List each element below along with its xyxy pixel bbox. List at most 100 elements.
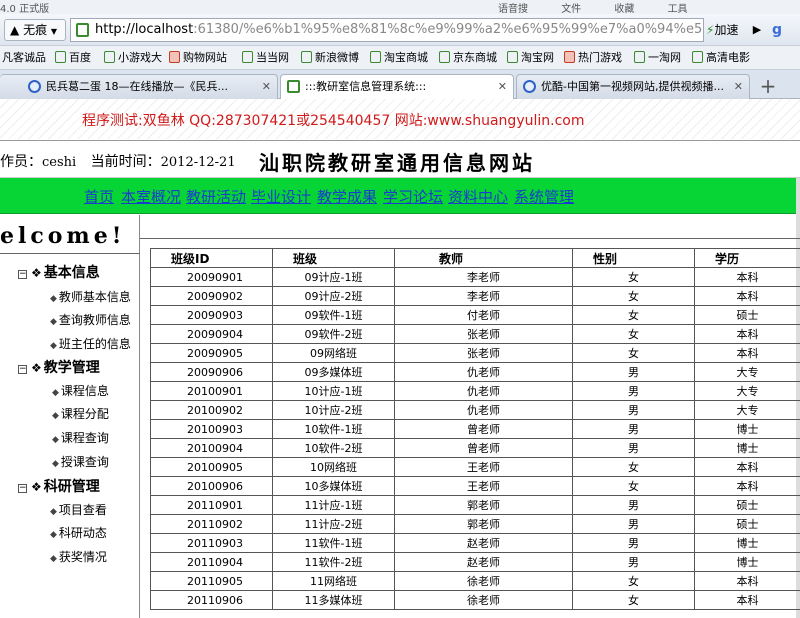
cell-education: 本科 (694, 286, 800, 306)
sidebar-item-class-teacher[interactable]: ◆ 班主任的信息 (50, 335, 131, 352)
sidebar-item-label: 教师基本信息 (58, 290, 131, 304)
collapse-icon[interactable]: − (18, 270, 27, 279)
shopping-icon (169, 51, 180, 63)
table-row: 20090901 09计应-1班 李老师女本科 (150, 267, 800, 287)
bookmark-item[interactable]: 高清电影 (692, 50, 750, 66)
sidebar-item-teacher-info[interactable]: ◆ 教师基本信息 (50, 288, 131, 305)
nav-forum[interactable]: 学习论坛 (383, 186, 443, 207)
tab-jiaoyanshi[interactable]: :::教研室信息管理系统::: ✕ (280, 74, 514, 100)
table-row: 20110904 11软件-2班 赵老师男博士 (150, 552, 800, 572)
cell-education: 硕士 (694, 305, 800, 325)
cell-gender: 女 (572, 476, 695, 496)
incognito-mode-button[interactable]: ▲ 无痕 ▼ (4, 19, 66, 41)
diamond-icon: ◆ (52, 459, 59, 469)
collapse-icon[interactable]: − (18, 365, 27, 374)
table-row: 20090902 09计应-2班 李老师女本科 (150, 286, 800, 306)
nav-home[interactable]: 首页 (84, 186, 114, 207)
cell-teacher: 李老师 (394, 286, 573, 306)
speed-up-button[interactable]: ⚡加速 (706, 19, 746, 41)
bookmark-item[interactable]: 淘宝网 (507, 50, 554, 66)
page-icon (55, 51, 66, 63)
top-menu-file[interactable]: 文件 (561, 4, 581, 14)
diamond-icon: ◆ (52, 411, 59, 421)
sidebar-item-research-news[interactable]: ◆ 科研动态 (50, 524, 107, 541)
cell-education: 大专 (694, 362, 800, 382)
operator-label: 作员： (0, 154, 42, 170)
sidebar-section-research[interactable]: − ❖ 科研管理 (18, 476, 100, 496)
sidebar-item-label: 课程信息 (60, 384, 109, 398)
bookmark-item[interactable]: 当当网 (242, 50, 289, 66)
cell-education: 本科 (694, 324, 800, 344)
cell-class-id: 20110901 (150, 495, 273, 515)
bookmark-item[interactable]: 购物网站 (169, 50, 227, 66)
close-icon[interactable]: ✕ (262, 75, 271, 98)
table-row: 20090906 09多媒体班 仇老师男大专 (150, 362, 800, 382)
top-menu-favorites[interactable]: 收藏 (614, 4, 634, 14)
top-menu-tools[interactable]: 工具 (668, 4, 688, 14)
bookmark-item[interactable]: 新浪微博 (301, 50, 359, 66)
nav-resources[interactable]: 资料中心 (448, 186, 508, 207)
nav-activities[interactable]: 教研活动 (186, 186, 246, 207)
cell-teacher: 仇老师 (394, 362, 573, 382)
bookmark-item[interactable]: 一淘网 (634, 50, 681, 66)
bookmark-item[interactable]: 百度 (55, 50, 91, 66)
close-icon[interactable]: ✕ (498, 75, 507, 98)
cell-class-id: 20110903 (150, 533, 273, 553)
nav-overview[interactable]: 本室概况 (121, 186, 181, 207)
bookmark-item[interactable]: 小游戏大 (104, 50, 162, 66)
sidebar-item-course-query[interactable]: ◆ 课程查询 (52, 429, 109, 446)
page-icon (287, 80, 300, 93)
new-tab-button[interactable]: + (756, 75, 780, 97)
search-engine-button[interactable]: g (772, 19, 798, 41)
tab-minbing[interactable]: 民兵葛二蛋 18—在线播放—《民兵... ✕ (0, 74, 278, 99)
nav-system[interactable]: 系统管理 (514, 186, 574, 207)
sidebar-item-lecture-query[interactable]: ◆ 授课查询 (52, 453, 109, 470)
top-menu-voice[interactable]: 语音搜 (498, 4, 528, 14)
cell-class: 10网络班 (272, 457, 395, 477)
cell-class: 10软件-2班 (272, 438, 395, 458)
table-row: 20110903 11软件-1班 赵老师男博士 (150, 533, 800, 553)
cell-class: 11多媒体班 (272, 590, 395, 610)
collapse-icon[interactable]: − (18, 484, 27, 493)
diamond-icon: ❖ (31, 361, 42, 375)
sidebar-item-course-assign[interactable]: ◆ 课程分配 (52, 405, 109, 422)
page-icon (692, 51, 703, 63)
sidebar-item-label: 查询教师信息 (58, 313, 131, 327)
sidebar-section-basic[interactable]: − ❖ 基本信息 (18, 262, 100, 282)
cell-class-id: 20090905 (150, 343, 273, 363)
url-host: http://localhost (95, 22, 194, 37)
address-toolbar: ▲ 无痕 ▼ http://localhost:61380/%e6%b1%95%… (0, 14, 800, 46)
cell-teacher: 王老师 (394, 476, 573, 496)
bookmark-item[interactable]: 凡客诚品 (2, 50, 46, 66)
nav-achievements[interactable]: 教学成果 (317, 186, 377, 207)
cell-class: 10多媒体班 (272, 476, 395, 496)
close-icon[interactable]: ✕ (734, 75, 743, 98)
sidebar-section-teaching[interactable]: − ❖ 教学管理 (18, 357, 100, 377)
bookmark-item[interactable]: 热门游戏 (564, 50, 622, 66)
main-nav: 首页 本室概况 教研活动 毕业设计 教学成果 学习论坛 资料中心 系统管理 (0, 178, 796, 214)
site-title: 汕职院教研室通用信息网站 (259, 151, 535, 175)
cell-gender: 男 (572, 514, 695, 534)
cell-class-id: 20090902 (150, 286, 273, 306)
cell-class: 09计应-2班 (272, 286, 395, 306)
time-value: 2012-12-21 (160, 155, 236, 170)
sidebar-item-projects[interactable]: ◆ 项目查看 (50, 501, 107, 518)
cell-class-id: 20100902 (150, 400, 273, 420)
cell-class-id: 20090901 (150, 267, 273, 287)
page-icon (242, 51, 253, 63)
bookmarks-bar: 凡客诚品 百度 小游戏大 购物网站 当当网 新浪微博 淘宝商城 京东商城 淘宝网… (0, 46, 800, 70)
sidebar-item-course-info[interactable]: ◆ 课程信息 (52, 382, 109, 399)
header-gender: 性别 (572, 248, 695, 268)
sidebar-item-awards[interactable]: ◆ 获奖情况 (50, 548, 107, 565)
cell-teacher: 张老师 (394, 343, 573, 363)
bookmark-item[interactable]: 淘宝商城 (370, 50, 428, 66)
bookmark-item[interactable]: 京东商城 (439, 50, 497, 66)
nav-graduation[interactable]: 毕业设计 (251, 186, 311, 207)
address-bar[interactable]: http://localhost:61380/%e6%b1%95%e8%81%8… (70, 18, 704, 42)
sidebar-item-teacher-query[interactable]: ◆ 查询教师信息 (50, 311, 131, 328)
cell-class-id: 20110902 (150, 514, 273, 534)
forward-button[interactable]: ▶ (748, 19, 766, 41)
sidebar-item-label: 授课查询 (60, 455, 109, 469)
tab-youku[interactable]: 优酷-中国第一视频网站,提供视频播... ✕ (516, 74, 750, 99)
site-header: 作员：ceshi 当前时间：2012-12-21 汕职院教研室通用信息网站 (0, 140, 800, 178)
